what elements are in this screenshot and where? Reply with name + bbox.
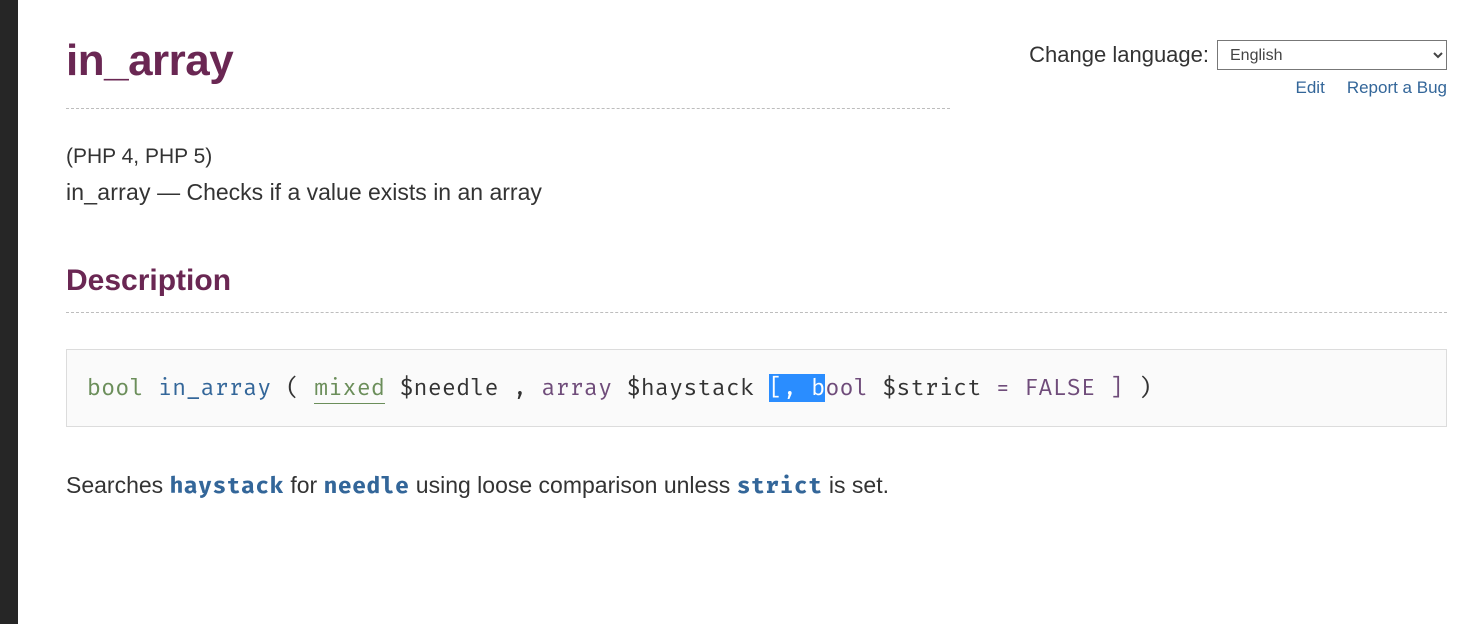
param-needle: needle — [324, 472, 410, 500]
comma1: , — [499, 374, 542, 402]
page-title: in_array — [66, 36, 233, 86]
title-divider — [66, 108, 950, 109]
return-type: bool — [87, 374, 144, 402]
section-divider — [66, 312, 1447, 313]
param1-type[interactable]: mixed — [314, 374, 385, 404]
top-row: in_array Change language: English Edit R… — [66, 36, 1447, 98]
edit-links: Edit Report a Bug — [1296, 78, 1447, 98]
text1: Searches — [66, 472, 170, 498]
space1 — [754, 374, 768, 402]
language-label: Change language: — [1029, 42, 1209, 68]
param3-default: FALSE — [1024, 374, 1095, 402]
summary-name: in_array — [66, 179, 151, 205]
description-paragraph: Searches haystack for needle using loose… — [66, 469, 1447, 502]
selected-text: [, b — [769, 374, 826, 402]
text3: using loose comparison unless — [409, 472, 736, 498]
equals: = — [982, 374, 1025, 402]
paren-close: ) — [1124, 374, 1152, 402]
left-gutter — [0, 0, 18, 624]
text2: for — [284, 472, 324, 498]
edit-link[interactable]: Edit — [1296, 78, 1325, 98]
param3-type-rest: ool — [825, 374, 868, 402]
param2-type: array — [541, 374, 612, 402]
header-right: Change language: English Edit Report a B… — [1029, 40, 1447, 98]
function-name: in_array — [158, 374, 272, 402]
summary-sep: — — [151, 179, 187, 205]
param1-var: $needle — [399, 374, 498, 402]
param3-var: $strict — [882, 374, 981, 402]
space2 — [868, 374, 882, 402]
doc-page: in_array Change language: English Edit R… — [18, 0, 1481, 624]
param2-var: $haystack — [627, 374, 755, 402]
opt-close: ] — [1095, 374, 1123, 402]
language-selector: Change language: English — [1029, 40, 1447, 70]
method-synopsis: bool in_array ( mixed $needle , array $h… — [66, 349, 1447, 427]
param-haystack: haystack — [170, 472, 284, 500]
summary-line: in_array — Checks if a value exists in a… — [66, 179, 1447, 206]
param-strict: strict — [737, 472, 823, 500]
report-bug-link[interactable]: Report a Bug — [1347, 78, 1447, 98]
language-select[interactable]: English — [1217, 40, 1447, 70]
text4: is set. — [823, 472, 889, 498]
summary-desc: Checks if a value exists in an array — [186, 179, 541, 205]
paren-open: ( — [272, 374, 315, 402]
php-versions: (PHP 4, PHP 5) — [66, 145, 1447, 169]
section-description: Description — [66, 264, 1447, 298]
